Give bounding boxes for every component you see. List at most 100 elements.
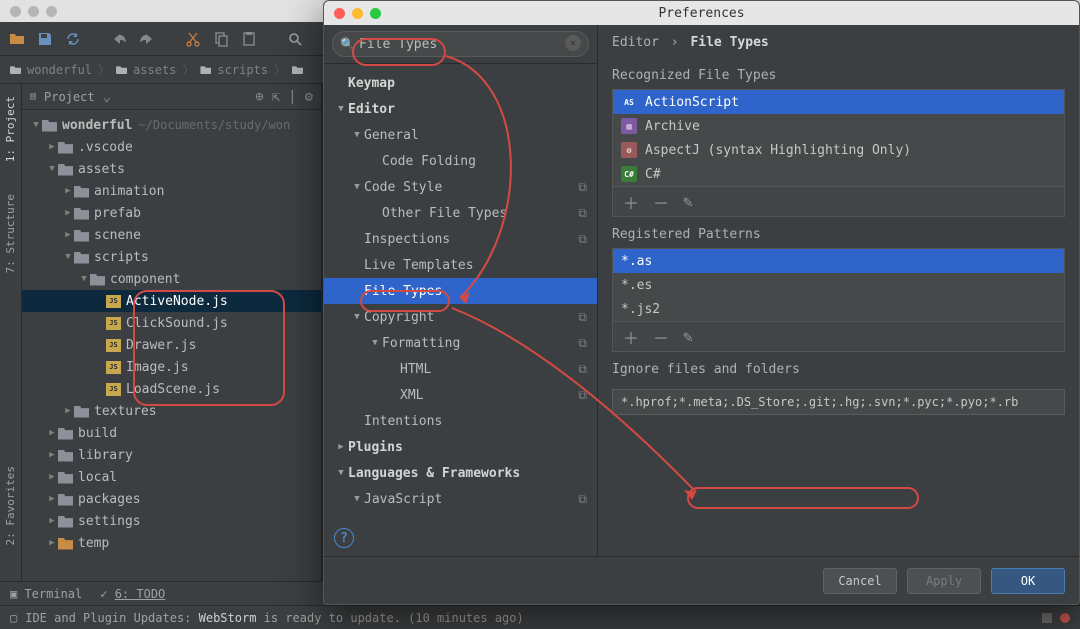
prefs-tree-item[interactable]: File Types bbox=[324, 278, 597, 304]
tree-folder[interactable]: ▶local bbox=[22, 466, 321, 488]
tree-folder[interactable]: ▶build bbox=[22, 422, 321, 444]
prefs-tree-item[interactable]: Code Folding bbox=[324, 148, 597, 174]
copy-icon[interactable] bbox=[212, 30, 230, 48]
tree-file[interactable]: JSDrawer.js bbox=[22, 334, 321, 356]
prefs-tree-item[interactable]: ▼General bbox=[324, 122, 597, 148]
prefs-tree-item[interactable]: Live Templates bbox=[324, 252, 597, 278]
tree-folder[interactable]: ▶.vscode bbox=[22, 136, 321, 158]
edit-pattern-icon[interactable]: ✎ bbox=[683, 327, 693, 346]
prefs-tree-item[interactable]: Keymap bbox=[324, 70, 597, 96]
tree-folder[interactable]: ▶temp bbox=[22, 532, 321, 554]
status-error-icon[interactable] bbox=[1060, 613, 1070, 623]
todo-tab[interactable]: ✓ 6: TODO bbox=[100, 587, 165, 601]
panel-dropdown-icon[interactable]: ⌄ bbox=[103, 89, 111, 105]
status-indicator-1[interactable] bbox=[1042, 613, 1052, 623]
pattern-row[interactable]: *.es bbox=[613, 273, 1064, 297]
prefs-tree-item[interactable]: ▼Formatting⧉ bbox=[324, 330, 597, 356]
prefs-tree[interactable]: Keymap▼Editor▼GeneralCode Folding▼Code S… bbox=[324, 64, 597, 520]
remove-filetype-icon[interactable]: － bbox=[653, 190, 669, 214]
help-icon[interactable]: ? bbox=[334, 528, 354, 548]
filetype-row[interactable]: C#C# bbox=[613, 162, 1064, 186]
crumb-0-label: wonderful bbox=[27, 63, 92, 77]
filetype-row[interactable]: ASActionScript bbox=[613, 90, 1064, 114]
side-tab-structure[interactable]: 7: Structure bbox=[2, 188, 19, 279]
todo-label: 6: TODO bbox=[115, 587, 166, 601]
ide-traffic-min[interactable] bbox=[28, 6, 39, 17]
crumb-1-label: assets bbox=[133, 63, 176, 77]
pattern-row[interactable]: *.js2 bbox=[613, 297, 1064, 321]
status-window-icon[interactable]: ▢ bbox=[10, 611, 17, 625]
prefs-close[interactable] bbox=[334, 8, 345, 19]
terminal-tab[interactable]: ▣ Terminal bbox=[10, 587, 82, 601]
prefs-tree-item[interactable]: ▼JavaScript⧉ bbox=[324, 486, 597, 512]
crumb-2[interactable]: scripts bbox=[200, 63, 268, 77]
paste-icon[interactable] bbox=[240, 30, 258, 48]
prefs-tree-item[interactable]: ▼Editor bbox=[324, 96, 597, 122]
prefs-tree-item[interactable]: ▼Copyright⧉ bbox=[324, 304, 597, 330]
tree-folder[interactable]: ▶textures bbox=[22, 400, 321, 422]
clear-search-icon[interactable]: ✕ bbox=[565, 35, 581, 51]
side-tab-favorites[interactable]: 2: Favorites bbox=[2, 460, 19, 551]
status-bar: ▢ IDE and Plugin Updates: WebStorm is re… bbox=[0, 605, 1080, 629]
cancel-button[interactable]: Cancel bbox=[823, 568, 897, 594]
filetype-row[interactable]: ⚙AspectJ (syntax Highlighting Only) bbox=[613, 138, 1064, 162]
tree-folder[interactable]: ▼component bbox=[22, 268, 321, 290]
panel-title[interactable]: Project bbox=[44, 90, 95, 104]
tree-folder[interactable]: ▶settings bbox=[22, 510, 321, 532]
apply-button[interactable]: Apply bbox=[907, 568, 981, 594]
prefs-tree-item[interactable]: ▶Plugins bbox=[324, 434, 597, 460]
add-pattern-icon[interactable]: ＋ bbox=[623, 325, 639, 349]
prefs-tree-item[interactable]: XML⧉ bbox=[324, 382, 597, 408]
filetype-row[interactable]: ▥Archive bbox=[613, 114, 1064, 138]
ide-traffic-close[interactable] bbox=[10, 6, 21, 17]
search-icon[interactable] bbox=[286, 30, 304, 48]
prefs-breadcrumb: Editor › File Types bbox=[598, 25, 1079, 58]
pattern-row[interactable]: *.as bbox=[613, 249, 1064, 273]
prefs-tree-item[interactable]: Intentions bbox=[324, 408, 597, 434]
prefs-min[interactable] bbox=[352, 8, 363, 19]
collapse-icon[interactable]: ⇱ bbox=[272, 89, 280, 105]
prefs-search-input[interactable] bbox=[332, 31, 589, 57]
undo-icon[interactable] bbox=[110, 30, 128, 48]
settings-sep: | bbox=[288, 89, 296, 105]
ignore-input[interactable] bbox=[612, 389, 1065, 415]
sync-icon[interactable] bbox=[64, 30, 82, 48]
prefs-tree-item[interactable]: ▼Code Style⧉ bbox=[324, 174, 597, 200]
remove-pattern-icon[interactable]: － bbox=[653, 325, 669, 349]
tree-file[interactable]: JSLoadScene.js bbox=[22, 378, 321, 400]
tree-folder[interactable]: ▶prefab bbox=[22, 202, 321, 224]
tree-folder[interactable]: ▼assets bbox=[22, 158, 321, 180]
tree-file[interactable]: JSImage.js bbox=[22, 356, 321, 378]
tree-file[interactable]: JSClickSound.js bbox=[22, 312, 321, 334]
side-tab-project[interactable]: 1: Project bbox=[2, 90, 19, 168]
tree-folder[interactable]: ▼scripts bbox=[22, 246, 321, 268]
ok-button[interactable]: OK bbox=[991, 568, 1065, 594]
redo-icon[interactable] bbox=[138, 30, 156, 48]
save-all-icon[interactable] bbox=[36, 30, 54, 48]
tree-folder[interactable]: ▶packages bbox=[22, 488, 321, 510]
cut-icon[interactable] bbox=[184, 30, 202, 48]
tree-root[interactable]: ▼wonderful~/Documents/study/won bbox=[22, 114, 321, 136]
prefs-tree-item[interactable]: HTML⧉ bbox=[324, 356, 597, 382]
tree-folder[interactable]: ▶scnene bbox=[22, 224, 321, 246]
crumb-3[interactable] bbox=[292, 65, 305, 74]
edit-filetype-icon[interactable]: ✎ bbox=[683, 192, 693, 211]
prefs-tree-item[interactable]: Other File Types⧉ bbox=[324, 200, 597, 226]
add-filetype-icon[interactable]: ＋ bbox=[623, 190, 639, 214]
prefs-tree-item[interactable]: Inspections⧉ bbox=[324, 226, 597, 252]
patterns-list[interactable]: *.as*.es*.js2 bbox=[612, 248, 1065, 322]
prefs-tree-item[interactable]: ▼Languages & Frameworks bbox=[324, 460, 597, 486]
crumb-1[interactable]: assets bbox=[116, 63, 176, 77]
open-folder-icon[interactable] bbox=[8, 30, 26, 48]
crumb-0[interactable]: wonderful bbox=[10, 63, 92, 77]
project-tree[interactable]: ▼wonderful~/Documents/study/won▶.vscode▼… bbox=[22, 110, 321, 581]
tree-folder[interactable]: ▶library bbox=[22, 444, 321, 466]
prefs-max[interactable] bbox=[370, 8, 381, 19]
recognized-list[interactable]: ASActionScript▥Archive⚙AspectJ (syntax H… bbox=[612, 89, 1065, 187]
ide-traffic-max[interactable] bbox=[46, 6, 57, 17]
locate-icon[interactable]: ⊕ bbox=[255, 89, 263, 105]
panel-combo-icon[interactable]: ▤ bbox=[30, 91, 36, 102]
tree-folder[interactable]: ▶animation bbox=[22, 180, 321, 202]
tree-file[interactable]: JSActiveNode.js bbox=[22, 290, 321, 312]
gear-icon[interactable]: ⚙ bbox=[305, 89, 313, 105]
